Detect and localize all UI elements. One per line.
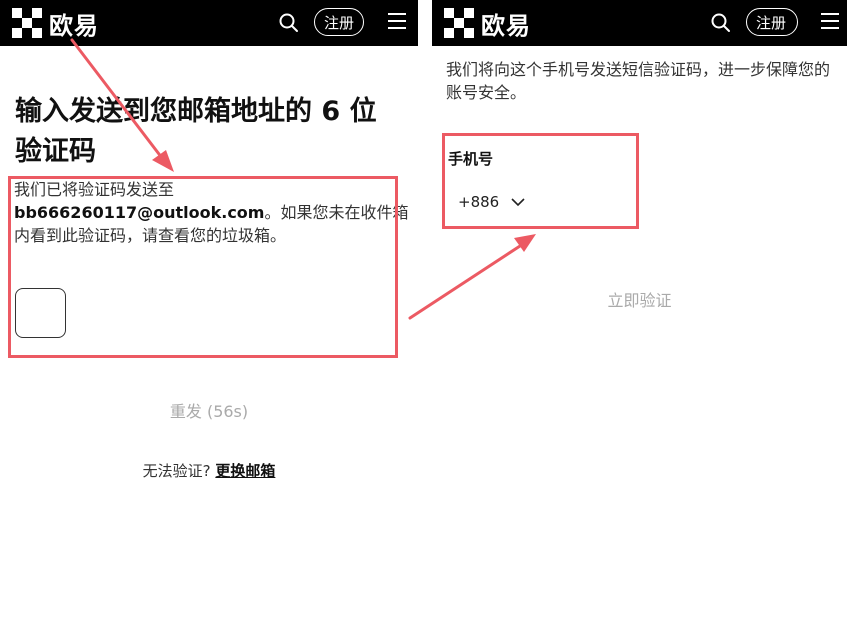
country-code-value: +886	[458, 193, 500, 211]
brand-name: 欧易	[49, 11, 99, 40]
okx-logo-icon	[12, 8, 42, 38]
desc-prefix: 我们已将验证码发送至	[14, 180, 175, 199]
search-icon[interactable]	[710, 12, 732, 34]
cannot-verify-row: 无法验证? 更换邮箱	[0, 460, 418, 481]
phone-verification-description: 我们将向这个手机号发送短信验证码，进一步保障您的账号安全。	[446, 60, 831, 102]
chevron-down-icon	[511, 198, 525, 207]
brand-logo[interactable]: 欧易	[12, 8, 99, 40]
phone-number-label: 手机号	[448, 150, 494, 168]
resend-button[interactable]: 重发 (56s)	[0, 398, 418, 422]
verification-description: 我们已将验证码发送至 bb666260117@outlook.com。如果您未在…	[14, 178, 409, 247]
top-navigation-bar: 欧易 注册	[0, 0, 418, 46]
country-code-select[interactable]: +886	[458, 193, 525, 211]
page-title: 输入发送到您邮箱地址的 6 位验证码	[15, 96, 377, 167]
email-address: bb666260117@outlook.com	[14, 203, 265, 222]
change-email-link[interactable]: 更换邮箱	[215, 462, 275, 480]
signup-button[interactable]: 注册	[314, 8, 364, 36]
search-icon[interactable]	[278, 12, 300, 34]
signup-button[interactable]: 注册	[746, 8, 798, 36]
hamburger-menu-icon[interactable]	[388, 13, 406, 31]
phone-verification-screen: 欧易 注册 我们将向这个手机号发送短信验证码，进一步保障您的账号安全。 手机号 …	[432, 0, 847, 638]
brand-name: 欧易	[481, 11, 531, 40]
email-verification-screen: 欧易 注册 输入发送到您邮箱地址的 6 位验证码 我们已将验证码发送至 bb66…	[0, 0, 418, 638]
hamburger-menu-icon[interactable]	[821, 13, 839, 31]
verification-code-input[interactable]	[15, 288, 66, 338]
okx-logo-icon	[444, 8, 474, 38]
cannot-verify-text: 无法验证?	[142, 462, 211, 480]
brand-logo[interactable]: 欧易	[444, 8, 531, 40]
top-navigation-bar: 欧易 注册	[432, 0, 847, 46]
verify-now-button[interactable]: 立即验证	[432, 287, 847, 311]
